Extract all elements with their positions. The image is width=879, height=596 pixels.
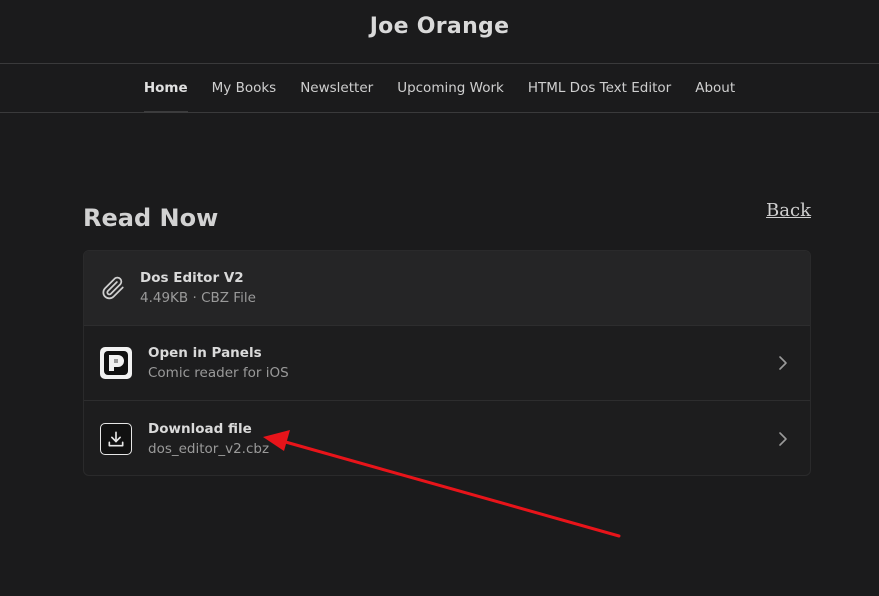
heading-row: Read Now Back <box>83 200 811 240</box>
file-type: CBZ File <box>201 290 256 306</box>
nav-item-newsletter[interactable]: Newsletter <box>288 64 385 113</box>
site-header: Joe Orange <box>0 0 879 64</box>
file-size: 4.49KB <box>140 290 189 306</box>
paperclip-icon <box>97 272 129 304</box>
download-file-row[interactable]: Download file dos_editor_v2.cbz <box>84 401 810 475</box>
download-file-subtitle: dos_editor_v2.cbz <box>148 440 270 457</box>
file-meta-separator: · <box>192 290 197 306</box>
panels-app-icon <box>100 347 132 379</box>
download-file-title: Download file <box>148 420 252 437</box>
chevron-right-icon <box>779 431 787 446</box>
file-meta: 4.49KB · CBZ File <box>140 290 256 306</box>
site-title[interactable]: Joe Orange <box>370 14 510 39</box>
open-in-panels-subtitle: Comic reader for iOS <box>148 365 289 381</box>
open-in-panels-row[interactable]: Open in Panels Comic reader for iOS <box>84 326 810 401</box>
file-name: Dos Editor V2 <box>140 270 244 286</box>
page-heading: Read Now <box>83 204 219 232</box>
nav-item-about[interactable]: About <box>683 64 747 113</box>
back-link[interactable]: Back <box>766 200 811 221</box>
read-now-panel: Dos Editor V2 4.49KB · CBZ File Open in … <box>83 250 811 476</box>
main-nav: Home My Books Newsletter Upcoming Work H… <box>0 64 879 113</box>
nav-item-upcoming-work[interactable]: Upcoming Work <box>385 64 516 113</box>
open-in-panels-title: Open in Panels <box>148 345 262 361</box>
download-icon <box>100 422 132 455</box>
file-info-row: Dos Editor V2 4.49KB · CBZ File <box>84 251 810 326</box>
nav-item-html-dos-text-editor[interactable]: HTML Dos Text Editor <box>516 64 683 113</box>
chevron-right-icon <box>779 356 787 370</box>
nav-item-home[interactable]: Home <box>132 64 200 113</box>
nav-item-my-books[interactable]: My Books <box>200 64 289 113</box>
